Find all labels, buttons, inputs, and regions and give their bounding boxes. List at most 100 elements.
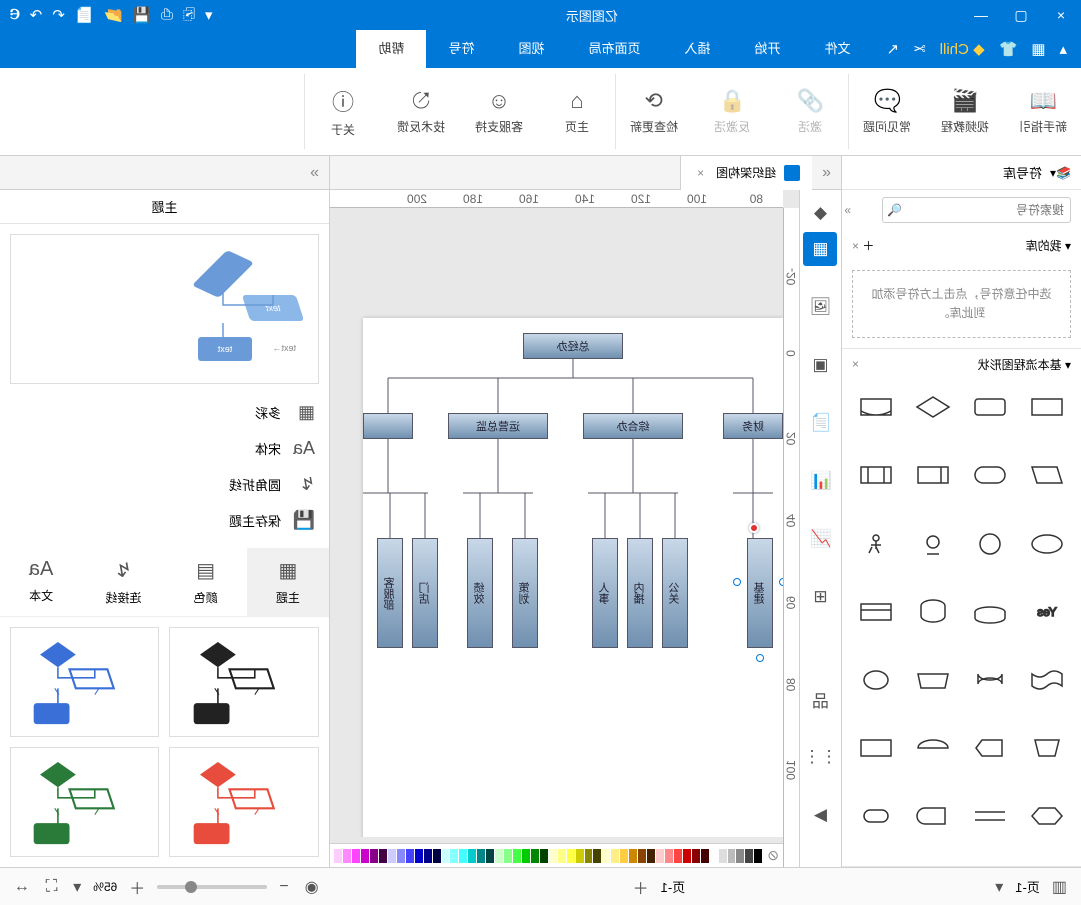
prop-0[interactable]: ▦多彩 xyxy=(14,394,315,430)
qat-redo[interactable]: ↷ xyxy=(30,6,43,24)
qat-print[interactable]: ⎙ xyxy=(161,6,173,24)
sidetool-21[interactable]: ▶ xyxy=(804,798,838,832)
swatch[interactable] xyxy=(379,849,387,863)
swatch[interactable] xyxy=(424,849,432,863)
canvas[interactable]: 总经办 财务 xyxy=(330,208,783,837)
menu-tab-1[interactable]: 开始 xyxy=(733,30,803,68)
qat-open[interactable]: 📂 xyxy=(104,6,123,24)
sidetool-17[interactable]: 品 xyxy=(804,682,838,716)
swatch[interactable] xyxy=(450,849,458,863)
sidetool-11[interactable]: 📈 xyxy=(804,522,838,556)
zoom-value[interactable]: 65% xyxy=(93,880,117,894)
window-close[interactable]: × xyxy=(1041,0,1081,30)
shape-7[interactable] xyxy=(852,457,899,493)
lib-icon[interactable]: 📚▾ xyxy=(1050,166,1071,180)
tool-diamond[interactable]: ◆ Chill xyxy=(940,40,985,58)
swatch[interactable] xyxy=(334,849,342,863)
shape-12[interactable]: Yes xyxy=(1024,594,1071,630)
shape-19[interactable] xyxy=(852,662,899,698)
shape-16[interactable] xyxy=(1024,662,1071,698)
prop-1[interactable]: Aa宋体 xyxy=(14,430,315,466)
page-indicator-1[interactable]: 页-1 xyxy=(1015,877,1040,896)
shape-2[interactable] xyxy=(909,389,956,425)
sidetool-19[interactable]: ⋮⋮ xyxy=(804,740,838,774)
shape-26[interactable] xyxy=(909,798,956,834)
shape-18[interactable] xyxy=(909,662,956,698)
sidetool-13[interactable]: ⊞ xyxy=(804,580,838,614)
ribbon-btn-0-1[interactable]: 🎬视频教程 xyxy=(935,88,995,135)
zoom-in[interactable]: ＋ xyxy=(125,875,149,899)
swatch[interactable] xyxy=(620,849,628,863)
ribbon-btn-2-2[interactable]: ⎋技术反馈 xyxy=(391,88,451,135)
swatch[interactable] xyxy=(665,849,673,863)
swatch[interactable] xyxy=(692,849,700,863)
swatch[interactable] xyxy=(576,849,584,863)
swatch[interactable] xyxy=(495,849,503,863)
cat-1[interactable]: ▤颜色 xyxy=(165,548,247,616)
swatch[interactable] xyxy=(540,849,548,863)
fit-page[interactable]: ⛶ xyxy=(42,878,61,896)
shape-17[interactable] xyxy=(967,662,1014,698)
tool-shirt[interactable]: 👕 xyxy=(999,40,1018,58)
qat-dropdown[interactable]: ▾ xyxy=(205,6,213,24)
shape-27[interactable] xyxy=(852,798,899,834)
sel-handle-r[interactable] xyxy=(733,578,741,586)
sidetool-9[interactable]: 📊 xyxy=(804,464,838,498)
swatch[interactable] xyxy=(647,849,655,863)
swatch[interactable] xyxy=(674,849,682,863)
prop-2[interactable]: ↯圆角折线 xyxy=(14,466,315,502)
swatch[interactable] xyxy=(710,849,718,863)
org-l3-6[interactable]: 门店 xyxy=(412,538,438,648)
qat-new[interactable]: 📄 xyxy=(75,6,94,24)
swatch[interactable] xyxy=(719,849,727,863)
menu-tab-2[interactable]: 插入 xyxy=(663,30,733,68)
ribbon-btn-0-0[interactable]: 📖新手指引 xyxy=(1013,88,1073,135)
tool-cursor[interactable]: ↖ xyxy=(887,40,900,58)
swatch[interactable] xyxy=(504,849,512,863)
shape-21[interactable] xyxy=(967,730,1014,766)
cat-3[interactable]: Aa文本 xyxy=(0,548,82,616)
swatch[interactable] xyxy=(433,849,441,863)
sel-handle-l[interactable] xyxy=(779,578,783,586)
org-l2-3[interactable] xyxy=(363,413,413,439)
shape-8[interactable] xyxy=(1024,526,1071,562)
swatch[interactable] xyxy=(754,849,762,863)
template-3[interactable] xyxy=(10,747,160,857)
play-icon[interactable]: ◉ xyxy=(301,877,323,897)
swatch[interactable] xyxy=(486,849,494,863)
swatch[interactable] xyxy=(459,849,467,863)
org-l2-1[interactable]: 综合办 xyxy=(583,413,683,439)
document-tab[interactable]: 组织架构图 × xyxy=(680,156,812,190)
ribbon-btn-0-2[interactable]: 💬常见问题 xyxy=(857,88,917,135)
qat-logo[interactable]: Ⲉ xyxy=(10,6,20,24)
ribbon-btn-2-1[interactable]: ☺客服支持 xyxy=(469,88,529,135)
org-l3-4[interactable]: 策划 xyxy=(512,538,538,648)
swatch[interactable] xyxy=(736,849,744,863)
color-palette[interactable]: ⊘ xyxy=(330,843,783,867)
swatch[interactable] xyxy=(442,849,450,863)
sel-rotate[interactable] xyxy=(749,523,759,533)
swatch[interactable] xyxy=(683,849,691,863)
swatch[interactable] xyxy=(585,849,593,863)
tool-grid[interactable]: ▦ xyxy=(1031,40,1045,58)
shape-11[interactable] xyxy=(852,526,899,562)
shape-13[interactable] xyxy=(967,594,1014,630)
sel-handle-b[interactable] xyxy=(756,654,764,662)
swatch[interactable] xyxy=(638,849,646,863)
zoom-slider[interactable] xyxy=(157,885,267,889)
swatch[interactable] xyxy=(611,849,619,863)
swatch[interactable] xyxy=(415,849,423,863)
page-indicator-2[interactable]: 页-1 xyxy=(661,877,686,896)
view-layout[interactable]: ▥ xyxy=(1048,877,1071,897)
menu-tab-0[interactable]: 文件 xyxy=(803,30,873,68)
ribbon-btn-2-3[interactable]: ⓘ关于 xyxy=(313,85,373,138)
cat-2[interactable]: ↯连接线 xyxy=(82,548,164,616)
page-add[interactable]: ＋ xyxy=(629,875,653,899)
swatch[interactable] xyxy=(558,849,566,863)
org-l3-0[interactable]: 基建 xyxy=(747,538,773,648)
window-min[interactable]: — xyxy=(961,0,1001,30)
cat-0[interactable]: ▦主题 xyxy=(247,548,329,616)
sidetool-5[interactable]: ▣ xyxy=(804,348,838,382)
swatch[interactable] xyxy=(629,849,637,863)
sidetool-0[interactable]: ◆ xyxy=(804,196,838,230)
